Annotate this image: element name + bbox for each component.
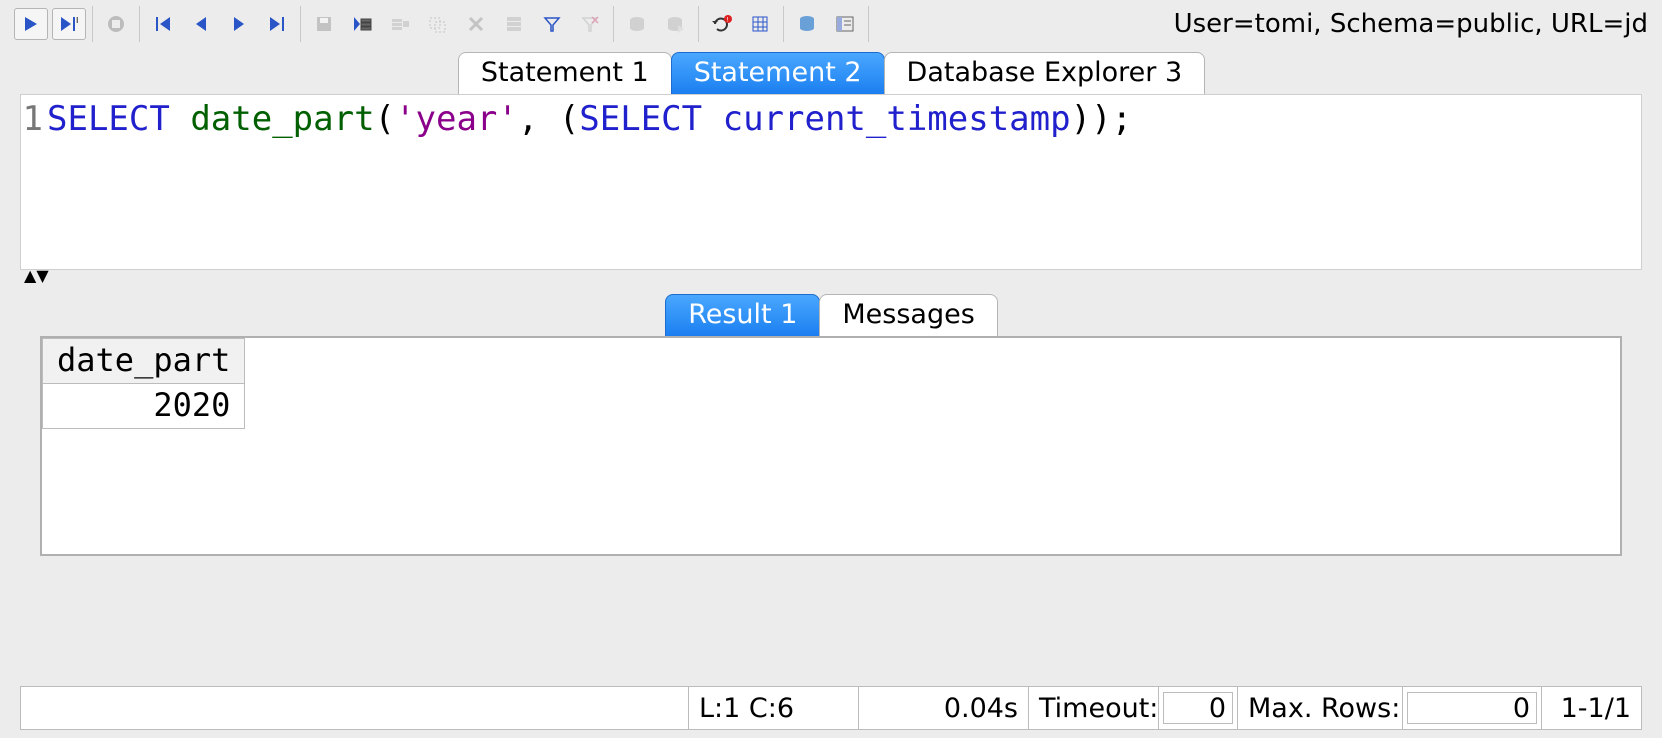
maxrows-label: Max. Rows: [1237, 687, 1402, 729]
splitter[interactable]: ▲▼ [0, 270, 1662, 290]
connection-info: User=tomi, Schema=public, URL=jd [1174, 9, 1654, 39]
token-function: date_part [190, 99, 374, 139]
tab-result-1[interactable]: Result 1 [665, 294, 820, 336]
line-number: 1 [21, 99, 47, 139]
next-record-button[interactable] [222, 8, 256, 40]
row-range: 1-1/1 [1541, 687, 1641, 729]
insert-row-button[interactable] [345, 8, 379, 40]
result-tabs: Result 1 Messages [0, 290, 1662, 336]
tab-statement-2[interactable]: Statement 2 [671, 52, 885, 94]
grid-button[interactable] [743, 8, 777, 40]
editor-tabs: Statement 1 Statement 2 Database Explore… [0, 48, 1662, 94]
tab-statement-1[interactable]: Statement 1 [458, 52, 672, 94]
filter-column-button[interactable] [497, 8, 531, 40]
save-button[interactable] [307, 8, 341, 40]
insert-row-at-button[interactable] [383, 8, 417, 40]
run-to-cursor-button[interactable]: I [52, 8, 86, 40]
collapse-up-icon[interactable]: ▲ [24, 270, 36, 282]
token-identifier: current_timestamp [723, 99, 1071, 139]
db-commit-button[interactable] [620, 8, 654, 40]
filter-button[interactable] [535, 8, 569, 40]
exec-time: 0.04s [858, 687, 1028, 729]
maxrows-input[interactable] [1407, 692, 1537, 724]
result-grid[interactable]: date_part 2020 [40, 336, 1622, 556]
tab-db-explorer-3[interactable]: Database Explorer 3 [884, 52, 1206, 94]
stop-button[interactable] [99, 8, 133, 40]
first-record-button[interactable] [146, 8, 180, 40]
token-string: 'year' [395, 99, 518, 139]
db-button[interactable] [790, 8, 824, 40]
svg-text:!: ! [726, 17, 728, 24]
tab-messages[interactable]: Messages [819, 294, 997, 336]
column-header[interactable]: date_part [43, 339, 245, 384]
duplicate-row-button[interactable] [421, 8, 455, 40]
status-empty [21, 687, 688, 729]
db-rollback-button[interactable] [658, 8, 692, 40]
clear-filter-button[interactable] [573, 8, 607, 40]
sql-editor[interactable]: 1 SELECT date_part('year', (SELECT curre… [20, 94, 1642, 270]
delete-row-button[interactable] [459, 8, 493, 40]
last-record-button[interactable] [260, 8, 294, 40]
timeout-input[interactable] [1163, 692, 1233, 724]
status-bar: L:1 C:6 0.04s Timeout: Max. Rows: 1-1/1 [20, 686, 1642, 730]
panel-button[interactable] [828, 8, 862, 40]
svg-text:I: I [76, 16, 78, 25]
cursor-position: L:1 C:6 [688, 687, 858, 729]
prev-record-button[interactable] [184, 8, 218, 40]
token-keyword: SELECT [47, 99, 170, 139]
run-button[interactable] [14, 8, 48, 40]
refresh-warn-button[interactable]: ! [705, 8, 739, 40]
toolbar: I [0, 0, 1662, 48]
collapse-down-icon[interactable]: ▼ [36, 270, 48, 282]
cell[interactable]: 2020 [43, 384, 245, 429]
timeout-label: Timeout: [1028, 687, 1158, 729]
table-row: 2020 [43, 384, 245, 429]
